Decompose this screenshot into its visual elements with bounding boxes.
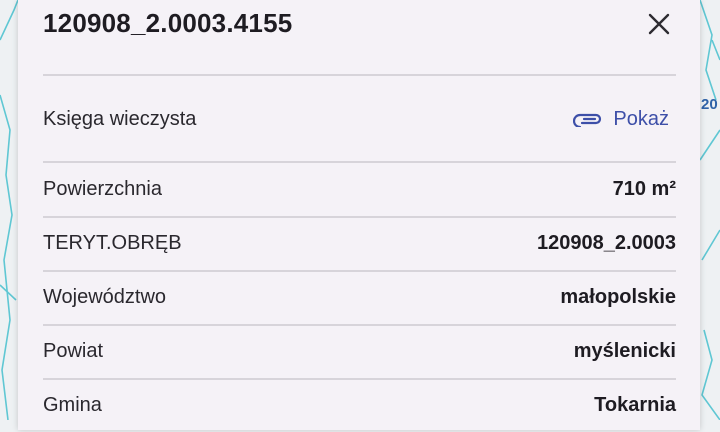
attribute-value: Tokarnia xyxy=(594,393,676,416)
header-divider xyxy=(43,74,676,76)
attribute-row-commune: Gmina Tokarnia xyxy=(43,378,676,432)
attribute-row-voivodeship: Województwo małopolskie xyxy=(43,270,676,324)
land-register-row: Księga wieczysta Pokaż xyxy=(43,92,676,146)
close-icon xyxy=(648,13,670,35)
attribute-value: myślenicki xyxy=(573,339,676,362)
paperclip-icon xyxy=(573,113,602,127)
show-link-label: Pokaż xyxy=(613,107,669,130)
attribute-value: małopolskie xyxy=(560,285,676,308)
parcel-id-title: 120908_2.0003.4155 xyxy=(43,8,293,38)
attribute-row-county: Powiat myślenicki xyxy=(43,324,676,378)
attribute-label: Gmina xyxy=(43,393,102,416)
attribute-label: Powiat xyxy=(43,339,104,362)
map-parcel-label: 20 xyxy=(701,96,718,113)
close-button[interactable] xyxy=(643,8,675,40)
attribute-label: Województwo xyxy=(43,285,167,308)
attribute-value: 710 m² xyxy=(612,177,676,200)
land-register-label: Księga wieczysta xyxy=(43,107,197,130)
attribute-label: Powierzchnia xyxy=(43,177,162,200)
parcel-details-panel: 120908_2.0003.4155 Księga wieczysta Poka… xyxy=(18,0,700,430)
attribute-row-teryt: TERYT.OBRĘB 120908_2.0003 xyxy=(43,216,676,270)
attribute-label: TERYT.OBRĘB xyxy=(43,231,182,254)
attribute-row-area: Powierzchnia 710 m² xyxy=(43,162,676,216)
show-land-register-link[interactable]: Pokaż xyxy=(573,108,676,131)
attribute-value: 120908_2.0003 xyxy=(536,231,676,254)
